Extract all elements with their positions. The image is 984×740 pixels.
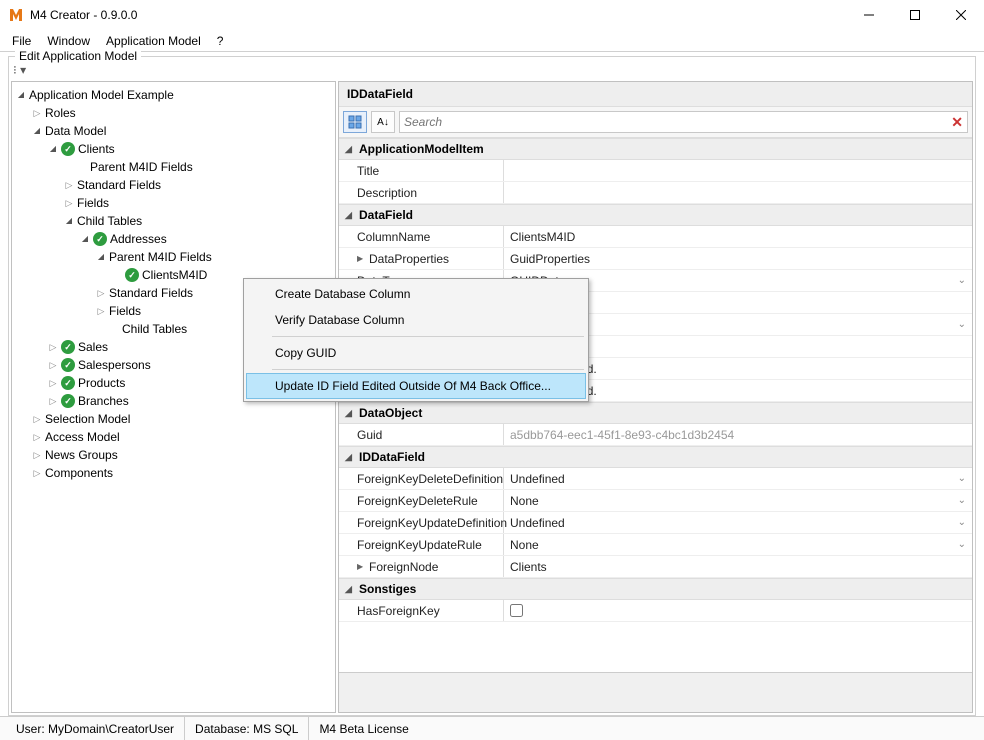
prop-guid-label: Guid (339, 424, 504, 445)
status-user: User: MyDomain\CreatorUser (6, 717, 185, 740)
prop-columnname-label: ColumnName (339, 226, 504, 247)
status-database: Database: MS SQL (185, 717, 309, 740)
close-button[interactable] (938, 0, 984, 30)
tree-clients-parent-fields[interactable]: Parent M4ID Fields (62, 158, 333, 176)
tree-addresses[interactable]: Addresses (78, 230, 333, 248)
prop-fkdelrule-label: ForeignKeyDeleteRule (339, 490, 504, 511)
cat-applicationmodelitem[interactable]: ◢ApplicationModelItem (339, 138, 972, 160)
tree-clients-standard-fields[interactable]: Standard Fields (62, 176, 333, 194)
check-icon (61, 142, 75, 156)
group-legend: Edit Application Model (15, 49, 141, 63)
menu-window[interactable]: Window (39, 32, 98, 50)
categorized-button[interactable] (343, 111, 367, 133)
menu-application-model[interactable]: Application Model (98, 32, 209, 50)
titlebar: M4 Creator - 0.9.0.0 (0, 0, 984, 30)
tree-root[interactable]: Application Model Example (14, 86, 333, 104)
search-input[interactable] (404, 115, 951, 129)
check-icon (61, 340, 75, 354)
prop-foreignnode-label: ▶ForeignNode (339, 556, 504, 577)
status-license: M4 Beta License (309, 717, 418, 740)
check-icon (61, 394, 75, 408)
tree-roles[interactable]: Roles (30, 104, 333, 122)
prop-hasforeignkey-label: HasForeignKey (339, 600, 504, 621)
prop-guid-value: a5dbb764-eec1-45f1-8e93-c4bc1d3b2454 (504, 424, 972, 445)
prop-columnname-value[interactable]: ClientsM4ID (504, 226, 972, 247)
group-toolbar: ⁝ ▾ (9, 57, 975, 79)
prop-fkdeldef-value[interactable]: Undefined (504, 468, 972, 489)
prop-dataproperties-label: ▶DataProperties (339, 248, 504, 269)
prop-title-value[interactable] (504, 160, 972, 181)
tree-access-model[interactable]: Access Model (30, 428, 333, 446)
prop-dataproperties-value[interactable]: GuidProperties (504, 248, 972, 269)
maximize-button[interactable] (892, 0, 938, 30)
menu-file[interactable]: File (4, 32, 39, 50)
cat-dataobject[interactable]: ◢DataObject (339, 402, 972, 424)
ctx-verify-column[interactable]: Verify Database Column (246, 307, 586, 333)
toolbar-dropdown[interactable]: ⁝ ▾ (13, 63, 26, 77)
window-title: M4 Creator - 0.9.0.0 (30, 8, 846, 22)
clear-search-icon[interactable]: ✕ (951, 114, 963, 131)
menubar: File Window Application Model ? (0, 30, 984, 52)
alphabetical-button[interactable]: A↓ (371, 111, 395, 133)
check-icon (125, 268, 139, 282)
property-grid: ◢ApplicationModelItem Title Description … (339, 138, 972, 672)
check-icon (61, 358, 75, 372)
tree-clients-child-tables[interactable]: Child Tables (62, 212, 333, 230)
tree-selection-model[interactable]: Selection Model (30, 410, 333, 428)
tree-clients[interactable]: Clients (46, 140, 333, 158)
check-icon (61, 376, 75, 390)
tree-clients-fields[interactable]: Fields (62, 194, 333, 212)
menu-help[interactable]: ? (209, 32, 232, 50)
description-pane (339, 672, 972, 712)
ctx-update-id-field[interactable]: Update ID Field Edited Outside Of M4 Bac… (246, 373, 586, 399)
prop-fkupdef-value[interactable]: Undefined (504, 512, 972, 533)
prop-fkupdef-label: ForeignKeyUpdateDefinition (339, 512, 504, 533)
cat-iddatafield[interactable]: ◢IDDataField (339, 446, 972, 468)
check-icon (93, 232, 107, 246)
prop-description-label: Description (339, 182, 504, 203)
minimize-button[interactable] (846, 0, 892, 30)
tree-components[interactable]: Components (30, 464, 333, 482)
prop-description-value[interactable] (504, 182, 972, 203)
prop-title-label: Title (339, 160, 504, 181)
cat-sonstiges[interactable]: ◢Sonstiges (339, 578, 972, 600)
context-menu: Create Database Column Verify Database C… (243, 278, 589, 402)
search-box[interactable]: ✕ (399, 111, 968, 133)
ctx-create-column[interactable]: Create Database Column (246, 281, 586, 307)
prop-fkuprule-value[interactable]: None (504, 534, 972, 555)
ctx-copy-guid[interactable]: Copy GUID (246, 340, 586, 366)
ctx-separator (272, 369, 584, 370)
prop-fkdelrule-value[interactable]: None (504, 490, 972, 511)
hasforeignkey-checkbox[interactable] (510, 604, 523, 617)
properties-toolbar: A↓ ✕ (339, 107, 972, 138)
tree-data-model[interactable]: Data Model (30, 122, 333, 140)
ctx-separator (272, 336, 584, 337)
cat-datafield[interactable]: ◢DataField (339, 204, 972, 226)
prop-fkdeldef-label: ForeignKeyDeleteDefinition (339, 468, 504, 489)
tree-news-groups[interactable]: News Groups (30, 446, 333, 464)
prop-hasforeignkey-value[interactable] (504, 600, 972, 621)
app-icon (8, 7, 24, 23)
tree-addresses-parent-fields[interactable]: Parent M4ID Fields (94, 248, 333, 266)
statusbar: User: MyDomain\CreatorUser Database: MS … (0, 716, 984, 740)
prop-foreignnode-value[interactable]: Clients (504, 556, 972, 577)
properties-header: IDDataField (339, 82, 972, 107)
prop-fkuprule-label: ForeignKeyUpdateRule (339, 534, 504, 555)
